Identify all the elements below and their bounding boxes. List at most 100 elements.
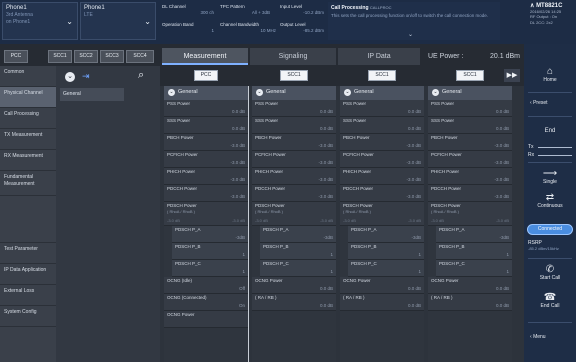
pdsch-sub-row[interactable]: PDSCH P_B 1 — [172, 243, 248, 260]
group-header-general[interactable]: ⌄ General — [164, 86, 248, 100]
param-row[interactable]: PSS Power 0.0 dB — [252, 100, 336, 117]
param-row[interactable]: PCFICH Power -3.0 dB — [252, 151, 336, 168]
rx-slider[interactable] — [538, 155, 572, 156]
pdsch-sub-row[interactable]: PDSCH P_B 1 — [260, 243, 336, 260]
chevron-down-icon[interactable]: ⌄ — [408, 31, 413, 38]
group-header-general[interactable]: ⌄ General — [428, 86, 512, 100]
param-row[interactable]: SSS Power 0.0 dB — [252, 117, 336, 134]
param-row[interactable]: PCFICH Power -3.0 dB — [340, 151, 424, 168]
param-row[interactable]: PHICH Power -3.0 dB — [252, 168, 336, 185]
param-row[interactable]: PHICH Power -3.0 dB — [340, 168, 424, 185]
ocng-row[interactable]: OCNG Power 0.0 dB — [340, 277, 424, 294]
ocng-row[interactable]: OCNG Power — [164, 311, 248, 328]
cell-tab-scc3[interactable]: SCC3 — [100, 50, 124, 63]
pdsch-sub-row[interactable]: PDSCH P_C 1 — [436, 260, 512, 277]
param-label: PDSCH Power — [167, 203, 197, 208]
home-button[interactable]: ⌂ Home — [526, 66, 574, 83]
param-row[interactable]: SSS Power 0.0 dB — [164, 117, 248, 134]
nav-item-fundamental-measurement[interactable]: Fundamental Measurement — [0, 171, 56, 196]
start-call-button[interactable]: ✆ Start Call — [526, 264, 574, 281]
param-row[interactable]: PHICH Power -3.0 dB — [428, 168, 512, 185]
param-operation-band[interactable]: Operation Band 1 — [162, 22, 214, 36]
param-dl-channel[interactable]: DL Channel 300 ch — [162, 4, 214, 18]
ocng-row[interactable]: ( RA / RB ) 0.0 dB — [340, 294, 424, 311]
nav-item-system-config[interactable]: System Config — [0, 306, 56, 327]
tab-signaling[interactable]: Signaling — [250, 48, 336, 65]
cell-tab-pcc[interactable]: PCC — [4, 50, 28, 63]
ocng-row[interactable]: OCNG Power 0.0 dB — [428, 277, 512, 294]
pdsch-sub-row[interactable]: PDSCH P_C 1 — [172, 260, 248, 277]
pdsch-power-row[interactable]: PDSCH Power( RhoA / RhoB ) -3.0 dB -3.0 dB — [252, 202, 336, 226]
param-row[interactable]: PCFICH Power -3.0 dB — [428, 151, 512, 168]
nav-item-external-loss[interactable]: External Loss — [0, 285, 56, 306]
ocng-row[interactable]: ( RA / RB ) 0.0 dB — [252, 294, 336, 311]
pdsch-sub-row[interactable]: PDSCH P_B 1 — [436, 243, 512, 260]
param-channel-bandwidth[interactable]: Channel Bandwidth 10 MHz — [220, 22, 276, 36]
scroll-right-icon[interactable]: ▶▶ — [504, 69, 520, 82]
nav-item-tx-measurement[interactable]: TX Measurement — [0, 129, 56, 150]
phone-selector-2[interactable]: Phone1 LTE ⌄ — [80, 2, 156, 40]
param-row[interactable]: PSS Power 0.0 dB — [340, 100, 424, 117]
param-row[interactable]: PDCCH Power -3.0 dB — [252, 185, 336, 202]
param-row[interactable]: PBCH Power -3.0 dB — [252, 134, 336, 151]
pdsch-sub-row[interactable]: PDSCH P_A -3dB — [348, 226, 424, 243]
nav-item-ip-data-application[interactable]: IP Data Application — [0, 264, 56, 285]
param-row[interactable]: PSS Power 0.0 dB — [428, 100, 512, 117]
pdsch-power-row[interactable]: PDSCH Power( RhoA / RhoB ) -3.0 dB -3.0 dB — [164, 202, 248, 226]
param-row[interactable]: PHICH Power -3.0 dB — [164, 168, 248, 185]
param-output-level[interactable]: Output Level -85.2 dBm — [280, 22, 324, 36]
param-row[interactable]: PBCH Power -3.0 dB — [428, 134, 512, 151]
pdsch-power-row[interactable]: PDSCH Power( RhoA / RhoB ) -3.0 dB -3.0 dB — [340, 202, 424, 226]
pdsch-sub-row[interactable]: PDSCH P_A -3dB — [436, 226, 512, 243]
group-header-general[interactable]: ⌄ General — [340, 86, 424, 100]
phone-selector-1[interactable]: Phone1 3rd Antenna on Phone1 ⌄ — [2, 2, 78, 40]
sub-menu-item-general[interactable]: General — [60, 88, 124, 101]
cell-tab-scc1[interactable]: SCC1 — [48, 50, 72, 63]
ocng-row[interactable]: ( RA / RB ) 0.0 dB — [428, 294, 512, 311]
param-row[interactable]: PBCH Power -3.0 dB — [164, 134, 248, 151]
pdsch-sub-row[interactable]: PDSCH P_A -3dB — [260, 226, 336, 243]
param-row[interactable]: PBCH Power -3.0 dB — [340, 134, 424, 151]
param-input-level[interactable]: Input Level -10.2 dBm — [280, 4, 324, 18]
nav-item-physical-channel[interactable]: Physical Channel — [0, 87, 56, 108]
param-row[interactable]: PCFICH Power -3.0 dB — [164, 151, 248, 168]
param-row[interactable]: SSS Power 0.0 dB — [340, 117, 424, 134]
param-row[interactable]: PDCCH Power -3.0 dB — [164, 185, 248, 202]
nav-item-test-parameter[interactable]: Test Parameter — [0, 243, 56, 264]
call-processing-panel[interactable]: Call Processing CALLPROC This sets the c… — [328, 2, 500, 40]
end-button[interactable]: End — [526, 128, 574, 134]
export-icon[interactable]: ⇥ — [82, 71, 90, 82]
cell-tab-scc4[interactable]: SCC4 — [126, 50, 154, 63]
cell-tab-scc2[interactable]: SCC2 — [74, 50, 98, 63]
preset-button[interactable]: ‹ Preset — [526, 100, 574, 106]
param-tpc-pattern[interactable]: TPC Pattern All + 3dB — [220, 4, 270, 18]
ocng-row[interactable]: OCNG (Idle) Off — [164, 277, 248, 294]
ocng-row[interactable]: OCNG (Connected) On — [164, 294, 248, 311]
pdsch-power-row[interactable]: PDSCH Power( RhoA / RhoB ) -3.0 dB -3.0 dB — [428, 202, 512, 226]
connected-status-button[interactable]: Connected — [527, 224, 573, 235]
tx-slider[interactable] — [538, 147, 572, 148]
end-call-button[interactable]: ☎ End Call — [526, 292, 574, 309]
group-header-general[interactable]: ⌄ General — [252, 86, 336, 100]
param-row[interactable]: SSS Power 0.0 dB — [428, 117, 512, 134]
single-button[interactable]: ⟶ Single — [526, 168, 574, 185]
ocng-row[interactable]: OCNG Power 0.0 dB — [252, 277, 336, 294]
nav-item-common[interactable]: Common — [0, 66, 56, 87]
param-label: PBCH Power — [431, 135, 458, 140]
tab-ip-data[interactable]: IP Data — [338, 48, 420, 65]
param-row[interactable]: PDCCH Power -3.0 dB — [340, 185, 424, 202]
param-row[interactable]: PDCCH Power -3.0 dB — [428, 185, 512, 202]
nav-item-call-processing[interactable]: Call Processing — [0, 108, 56, 129]
pdsch-sub-row[interactable]: PDSCH P_C 1 — [348, 260, 424, 277]
pdsch-sub-row[interactable]: PDSCH P_C 1 — [260, 260, 336, 277]
collapse-icon[interactable]: ⌄ — [65, 72, 75, 82]
menu-button[interactable]: ‹ Menu — [526, 334, 574, 340]
param-row[interactable]: PSS Power 0.0 dB — [164, 100, 248, 117]
ue-power-value: 20.1 dBm — [490, 53, 520, 60]
search-icon[interactable]: ⌕ — [138, 69, 144, 82]
nav-item-rx-measurement[interactable]: RX Measurement — [0, 150, 56, 171]
tab-measurement[interactable]: Measurement — [162, 48, 248, 65]
pdsch-sub-row[interactable]: PDSCH P_B 1 — [348, 243, 424, 260]
pdsch-sub-row[interactable]: PDSCH P_A -3dB — [172, 226, 248, 243]
continuous-button[interactable]: ⇄ Continuous — [526, 192, 574, 209]
